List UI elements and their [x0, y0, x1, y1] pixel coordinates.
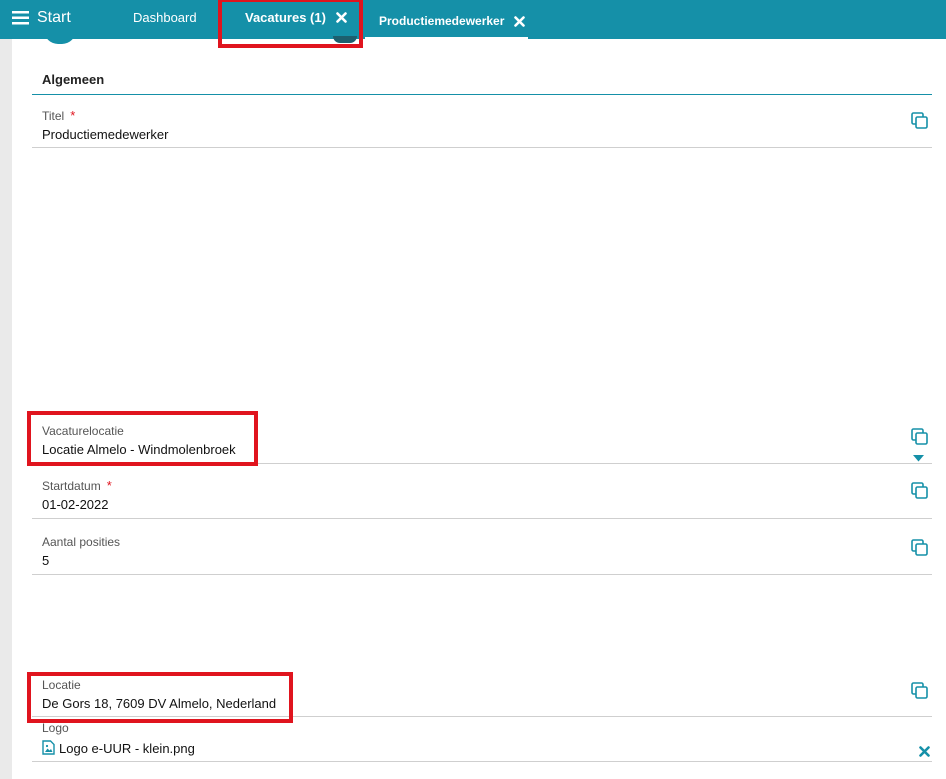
image-file-icon [42, 740, 55, 758]
field-underline [32, 574, 932, 575]
field-locatie[interactable]: Locatie De Gors 18, 7609 DV Almelo, Nede… [32, 678, 932, 717]
tab-vacatures[interactable]: Vacatures (1) [222, 0, 360, 37]
field-startdatum[interactable]: Startdatum * 01-02-2022 [32, 478, 932, 519]
avatar-secondary [333, 36, 357, 43]
field-titel-value[interactable]: Productiemedewerker [42, 127, 932, 142]
tab-productiemedewerker-label: Productiemedewerker [379, 14, 505, 28]
field-aantal-posities-label: Aantal posities [42, 535, 121, 549]
copy-icon[interactable] [911, 482, 928, 504]
start-menu-label: Start [37, 9, 71, 26]
tab-dashboard-label: Dashboard [133, 10, 197, 25]
field-logo[interactable]: Logo Logo e-UUR - klein.png [32, 721, 932, 762]
field-underline [32, 761, 932, 762]
field-titel-label-text: Titel [42, 109, 65, 123]
remove-file-icon[interactable] [919, 744, 930, 762]
field-logo-value[interactable]: Logo e-UUR - klein.png [42, 740, 932, 758]
tab-productiemedewerker[interactable]: Productiemedewerker [365, 3, 528, 39]
copy-icon[interactable] [911, 428, 928, 450]
field-locatie-label: Locatie [42, 678, 81, 692]
field-logo-filename[interactable]: Logo e-UUR - klein.png [59, 741, 195, 756]
required-marker: * [70, 108, 76, 123]
tab-dashboard[interactable]: Dashboard [133, 0, 197, 37]
avatar [44, 30, 76, 44]
field-locatie-value[interactable]: De Gors 18, 7609 DV Almelo, Nederland [42, 696, 932, 711]
dropdown-caret-icon[interactable] [913, 449, 924, 467]
section-divider [32, 94, 932, 95]
field-underline [32, 716, 932, 717]
close-tab-productiemedewerker-icon[interactable] [514, 15, 526, 27]
copy-icon[interactable] [911, 112, 928, 134]
field-vacaturelocatie[interactable]: Vacaturelocatie Locatie Almelo - Windmol… [32, 424, 932, 464]
field-titel[interactable]: Titel * Productiemedewerker [32, 108, 932, 148]
field-aantal-posities[interactable]: Aantal posities 5 [32, 535, 932, 575]
field-titel-label: Titel * [42, 108, 932, 123]
active-tab-indicator [365, 37, 528, 39]
copy-icon[interactable] [911, 682, 928, 704]
field-startdatum-label: Startdatum * [42, 478, 932, 493]
field-startdatum-value[interactable]: 01-02-2022 [42, 497, 932, 512]
start-menu-button[interactable]: Start [12, 8, 71, 28]
field-startdatum-label-text: Startdatum [42, 479, 101, 493]
field-aantal-posities-value[interactable]: 5 [42, 553, 932, 568]
hamburger-icon [12, 11, 29, 25]
field-underline [32, 147, 932, 148]
copy-icon[interactable] [911, 539, 928, 561]
field-vacaturelocatie-label: Vacaturelocatie [42, 424, 124, 438]
close-tab-vacatures-icon[interactable] [336, 12, 347, 23]
left-scroll-rail [0, 39, 12, 779]
required-marker: * [106, 478, 112, 493]
top-navigation-bar: Start Dashboard Vacatures (1) Productiem… [0, 0, 946, 39]
field-logo-label: Logo [42, 721, 69, 735]
field-underline [32, 518, 932, 519]
section-title: Algemeen [42, 72, 105, 87]
field-vacaturelocatie-value[interactable]: Locatie Almelo - Windmolenbroek [42, 442, 932, 457]
tab-vacatures-label: Vacatures (1) [245, 10, 326, 25]
field-underline [32, 463, 932, 464]
